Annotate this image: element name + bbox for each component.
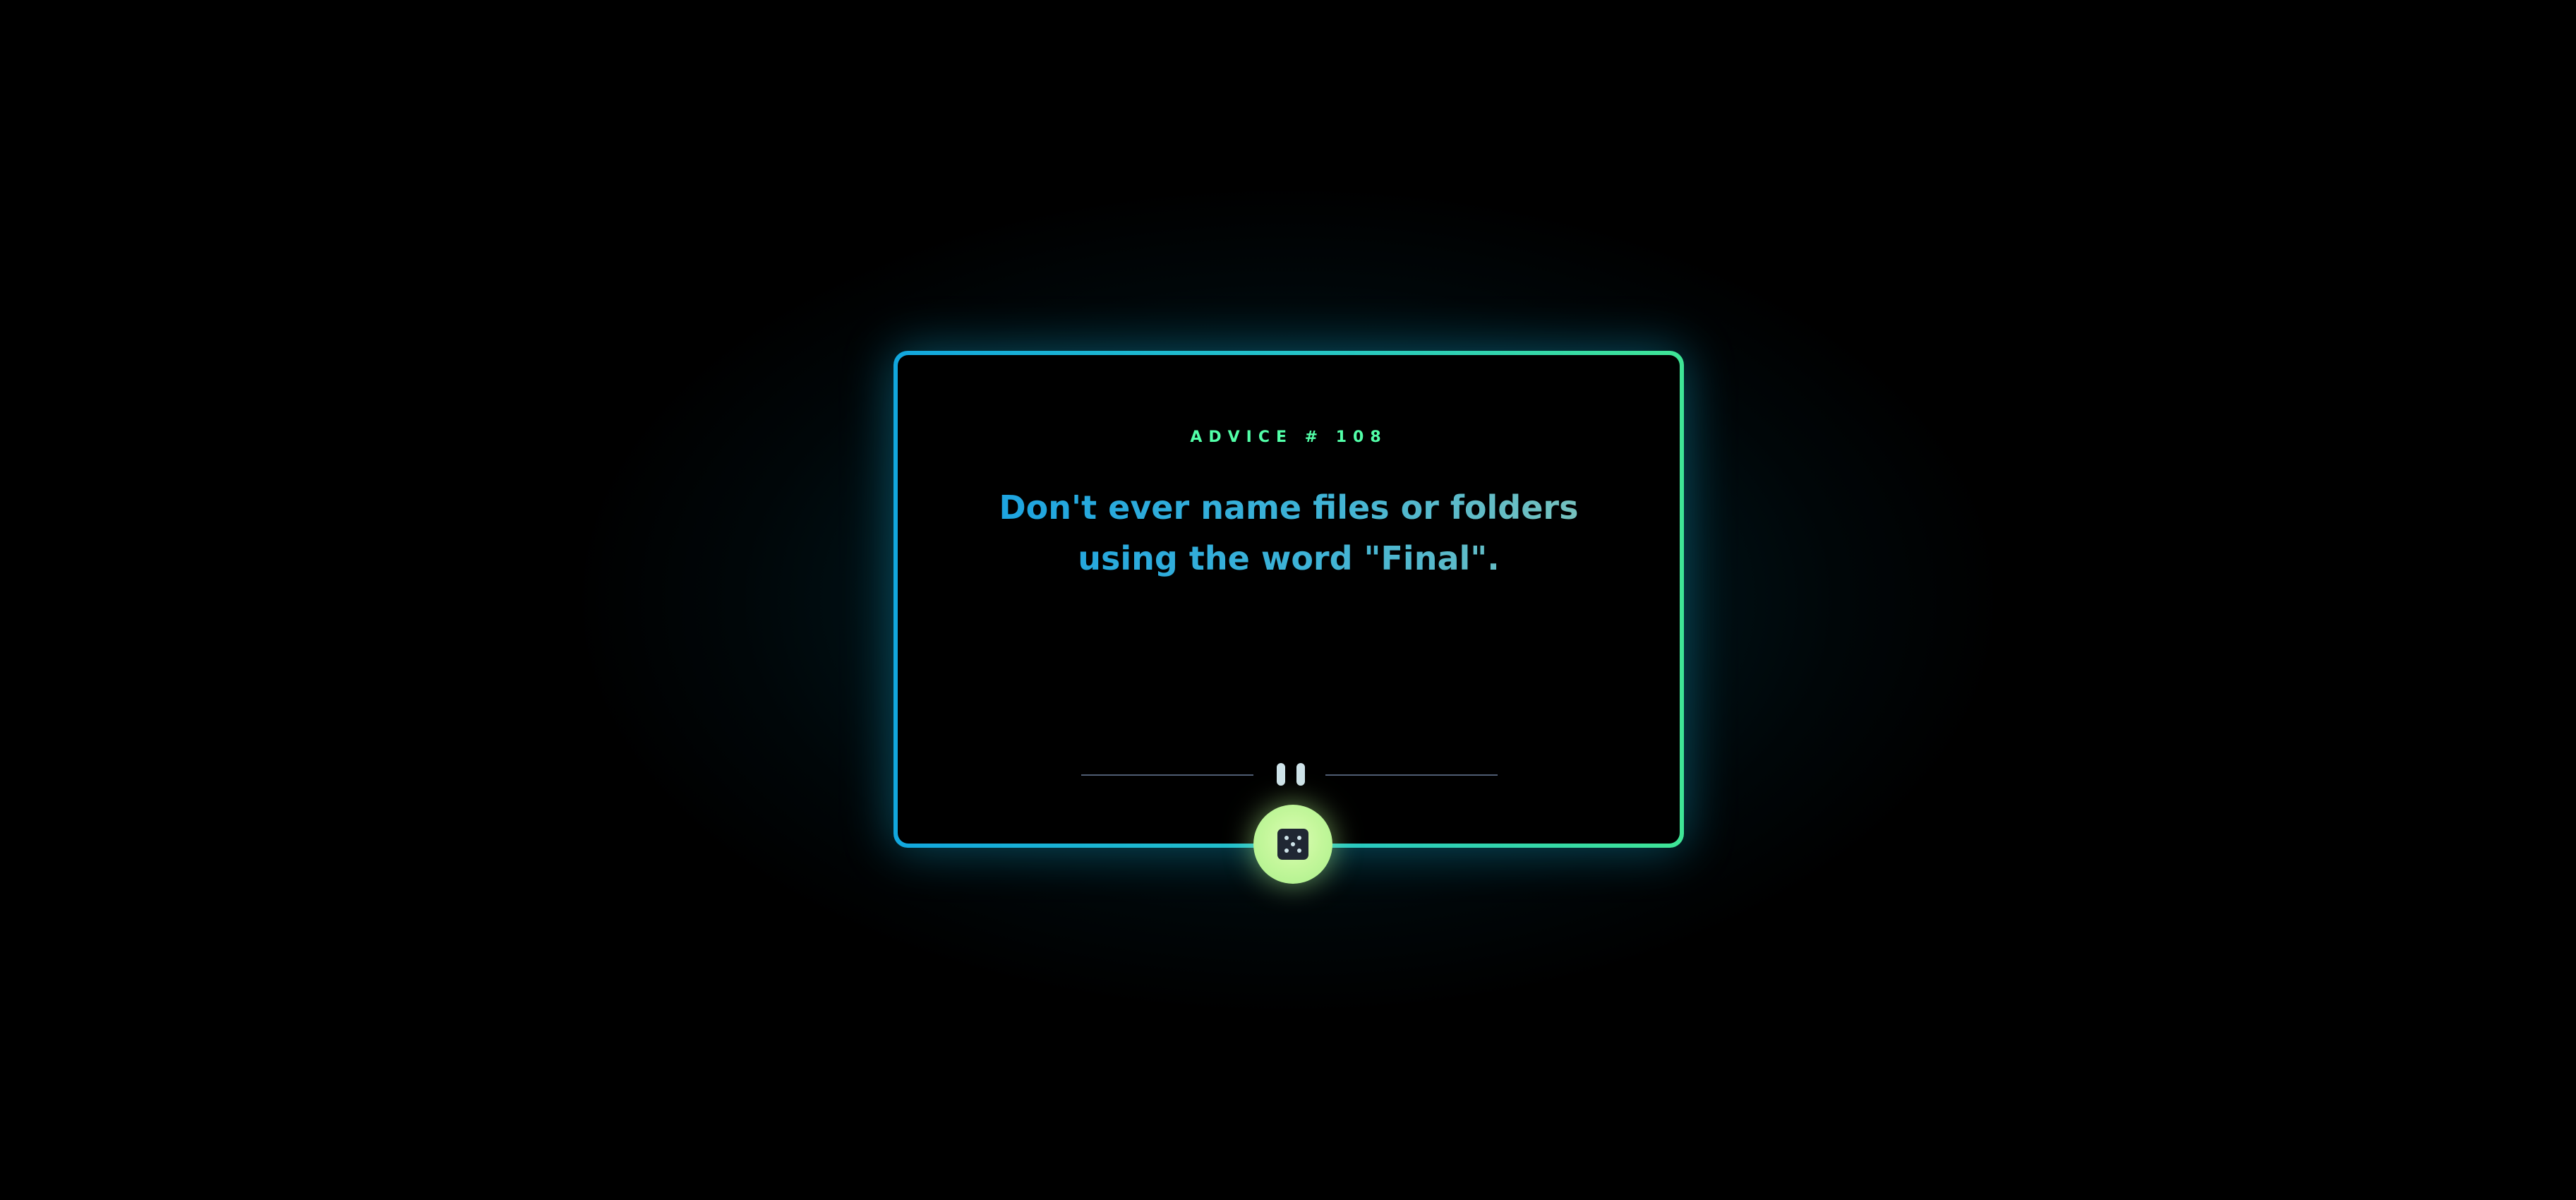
advice-card-body: ADVICE # 108 Don't ever name files or fo…	[898, 355, 1680, 844]
advice-card: ADVICE # 108 Don't ever name files or fo…	[893, 351, 1684, 848]
pattern-divider	[1081, 762, 1498, 787]
advice-id: ADVICE # 108	[1190, 428, 1388, 446]
dice-icon	[1277, 829, 1308, 860]
pause-icon	[1275, 763, 1306, 786]
divider-line-right	[1325, 774, 1498, 776]
advice-quote: Don't ever name files or folders using t…	[968, 482, 1609, 584]
divider-line-left	[1081, 774, 1253, 776]
generate-advice-button[interactable]	[1253, 805, 1332, 884]
